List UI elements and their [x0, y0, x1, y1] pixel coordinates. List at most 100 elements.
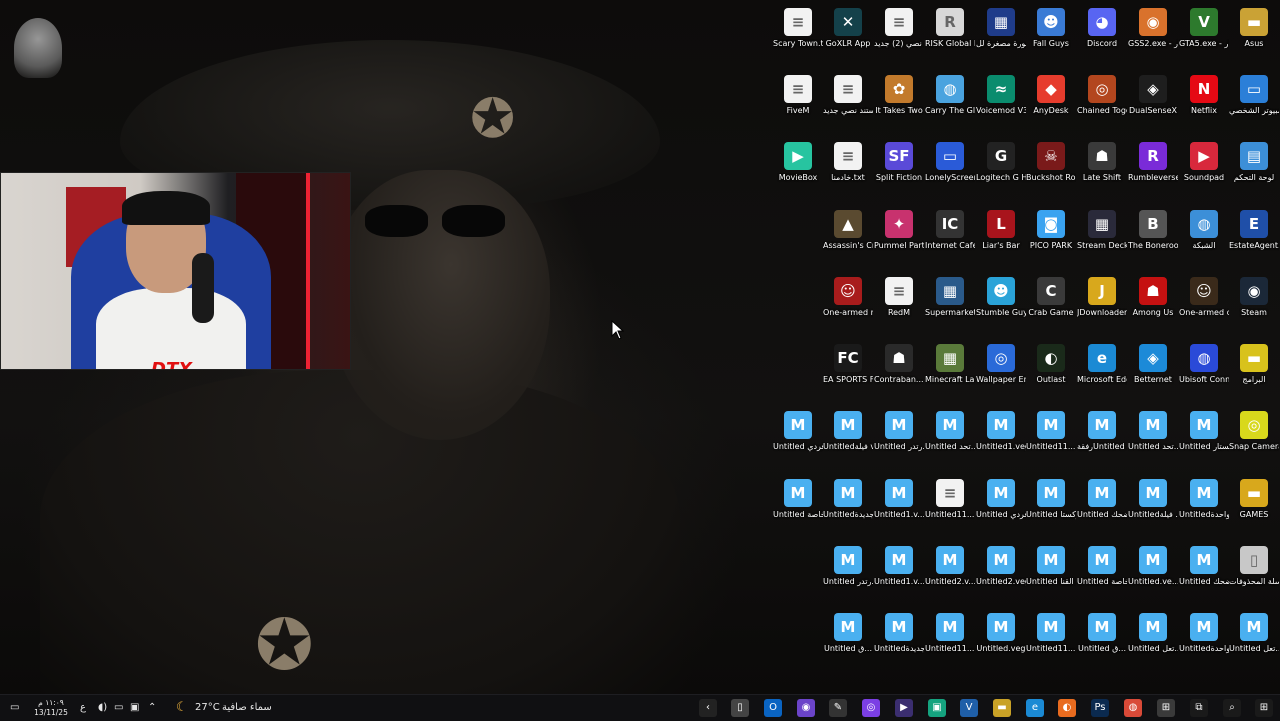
taskbar-app-media-icon[interactable]: ▶	[895, 699, 913, 717]
desktop-icon[interactable]: M Untitled تعل...	[1229, 613, 1279, 654]
desktop-icon[interactable]: M Untitled1.v...	[874, 546, 924, 587]
desktop-icon[interactable]: ✦ Pummel Party	[874, 210, 924, 251]
device-icon[interactable]: ▣	[130, 699, 139, 717]
desktop-icon[interactable]: ◈ DualSenseX	[1128, 75, 1178, 116]
desktop-icon[interactable]: ◕ Discord	[1077, 8, 1127, 49]
desktop-icon[interactable]: ◆ AnyDesk	[1026, 75, 1076, 116]
taskbar-app-chrome-icon[interactable]: ◍	[1124, 699, 1142, 717]
desktop-icon[interactable]: M Untitled تحدي الضحك...	[1077, 479, 1127, 520]
desktop-icon[interactable]: M Untitled11... واحدة.veg.b...	[925, 613, 975, 654]
taskbar-app-clipchamp-icon[interactable]: ▣	[928, 699, 946, 717]
taskbar-app-start-icon[interactable]: ⊞	[1255, 699, 1273, 717]
desktop-icon[interactable]: M Untitled قراند فردي.veg.bak	[976, 479, 1026, 520]
notification-icon[interactable]: ▭	[10, 699, 28, 717]
desktop-icon[interactable]: M Untitled قراند فردي.veg	[773, 411, 823, 452]
network-icon[interactable]: ▭	[114, 699, 123, 717]
desktop-icon[interactable]: FC EA SPORTS FC 26	[823, 344, 873, 385]
desktop-icon[interactable]: ▲ Assassin's Creed Mirage	[823, 210, 873, 251]
taskbar-app-edge-icon[interactable]: e	[1026, 699, 1044, 717]
desktop-icon[interactable]: ▦ Stream Deck	[1077, 210, 1127, 251]
desktop-icon[interactable]: M Untitled.veg	[976, 613, 1026, 654]
desktop-icon[interactable]: M Untitled2.v...	[925, 546, 975, 587]
desktop-icon[interactable]: M Untitled تحدي الضحك.veg	[1179, 546, 1229, 587]
desktop-icon[interactable]: ✿ It Takes Two	[874, 75, 924, 116]
desktop-icon[interactable]: ☠ Buckshot Roulette	[1026, 142, 1076, 183]
desktop-icon[interactable]: ▤ لوحة التحكم	[1229, 142, 1279, 183]
desktop-icon[interactable]: C Crab Game	[1026, 277, 1076, 318]
desktop-icon[interactable]: E EstateAgent... - اختصار	[1229, 210, 1279, 251]
desktop-icon[interactable]: M Untitled رتدر...	[874, 411, 924, 452]
desktop-icon[interactable]: ◉ Steam	[1229, 277, 1279, 318]
desktop-icon[interactable]: ◍ الشبكة	[1179, 210, 1229, 251]
desktop-icon[interactable]: M Untitledدقيقة واحدة.veg	[1179, 613, 1229, 654]
desktop-icon[interactable]: ◈ Betternet	[1128, 344, 1178, 385]
desktop-icon[interactable]: M Untitled ق...	[1077, 613, 1127, 654]
desktop-icon[interactable]: ☺ One-armed robber	[823, 277, 873, 318]
desktop-icon[interactable]: R RISK Global Domination	[925, 8, 975, 49]
desktop-icon[interactable]: M Untitled تعل...	[1128, 613, 1178, 654]
desktop-icon[interactable]: ◎ Snap Camera	[1229, 411, 1279, 452]
taskbar-app-folder-icon[interactable]: ▬	[993, 699, 1011, 717]
desktop-icon[interactable]: M Untitledمقا... جديدة.veg...	[823, 479, 873, 520]
desktop-icon[interactable]: M Untitled تحد...	[925, 411, 975, 452]
desktop-icon[interactable]: ▬ GAMES	[1229, 479, 1279, 520]
desktop-icon[interactable]: ▦ Supermarket Simulator.e...	[925, 277, 975, 318]
desktop-icon[interactable]: M Untitledفيلة .veg	[1128, 479, 1178, 520]
tray-overflow-chevron-icon[interactable]: ⌃	[148, 699, 156, 717]
taskbar-app-outlook-icon[interactable]: O	[764, 699, 782, 717]
desktop-icon[interactable]: ▶ Soundpad	[1179, 142, 1229, 183]
taskbar-app-photoshop-icon[interactable]: Ps	[1091, 699, 1109, 717]
desktop-icon[interactable]: M Untitledفيلة veg.bak	[823, 411, 873, 452]
desktop-icon[interactable]: ◍ Carry The Glass	[925, 75, 975, 116]
system-clock[interactable]: ١١:٠٩ م 13/11/25	[30, 698, 72, 718]
desktop-icon[interactable]: M Untitled.ve...	[1128, 546, 1178, 587]
desktop-icon[interactable]: ☻ Stumble Guys	[976, 277, 1026, 318]
desktop-icon[interactable]: ▭ هذا الكمبيوتر الشخصي	[1229, 75, 1279, 116]
desktop-icon[interactable]: e Microsoft Edge	[1077, 344, 1127, 385]
taskbar-app-file-icon[interactable]: ▯	[731, 699, 749, 717]
desktop-icon[interactable]: ▶ MovieBox	[773, 142, 823, 183]
desktop-icon[interactable]: ☻ Fall Guys	[1026, 8, 1076, 49]
desktop-icon[interactable]: M Untitled حلقة خاصة.veg.bak	[773, 479, 823, 520]
desktop-icon[interactable]: ◎ Wallpaper Engine	[976, 344, 1026, 385]
desktop-icon[interactable]: M Untitledدقيقة واحدة.veg.bak	[1179, 479, 1229, 520]
desktop-icon[interactable]: V GTA5.exe - اختصار	[1179, 8, 1229, 49]
taskbar-app-firefox-icon[interactable]: ◐	[1058, 699, 1076, 717]
desktop-icon[interactable]: M Untitled تحد...	[1128, 411, 1178, 452]
desktop-icon[interactable]: ≡ FiveM	[773, 75, 823, 116]
volume-icon[interactable]: ◖)	[98, 699, 107, 717]
desktop-icon[interactable]: M Untitled رفقة فعل القنا...	[1026, 546, 1076, 587]
desktop-icon[interactable]: M Untitled1.v...	[874, 479, 924, 520]
desktop-icon[interactable]: M Untitled رتدر...	[823, 546, 873, 587]
desktop-icon[interactable]: M Untitled11... واحدة.veg	[1026, 613, 1076, 654]
desktop-icon[interactable]: ≡ خادمنا.txt	[823, 142, 873, 183]
desktop-icon[interactable]: M Untitled11... واحدة.veg.bak	[1026, 411, 1076, 452]
desktop-icon[interactable]: ☗ Late Shift	[1077, 142, 1127, 183]
desktop-icon[interactable]: ◐ Outlast	[1026, 344, 1076, 385]
taskbar-app-vegas-icon[interactable]: V	[960, 699, 978, 717]
desktop-icon[interactable]: G Logitech G HUB	[976, 142, 1026, 183]
desktop-icon[interactable]: ✕ GoXLR App	[823, 8, 873, 49]
desktop-icon[interactable]: ▬ Asus	[1229, 8, 1279, 49]
desktop-icon[interactable]: M Untitled روكستار.veg	[1179, 411, 1229, 452]
desktop-icon[interactable]: ▯ سلة المحذوفات	[1229, 546, 1279, 587]
desktop-icon[interactable]: M Untitledمقا... جديدة.veg	[874, 613, 924, 654]
taskbar-app-obs-icon[interactable]: ◎	[862, 699, 880, 717]
desktop-icon[interactable]: L Liar's Bar	[976, 210, 1026, 251]
desktop-icon[interactable]: B The Bonerooms	[1128, 210, 1178, 251]
desktop-icon[interactable]: ≡ مستند نصي جديد.txt	[823, 75, 873, 116]
desktop-icon[interactable]: ▬ البرامج	[1229, 344, 1279, 385]
language-indicator[interactable]: ع	[80, 699, 86, 717]
taskbar-app-gamepad-icon[interactable]: ⊞	[1157, 699, 1175, 717]
taskbar-app-chevron-app-icon[interactable]: ‹	[699, 699, 717, 717]
desktop-icon[interactable]: N Netflix	[1179, 75, 1229, 116]
taskbar-app-discord-ish-icon[interactable]: ◉	[797, 699, 815, 717]
desktop-icon[interactable]: M Untitled روكستا...	[1026, 479, 1076, 520]
desktop-icon[interactable]: ☗ Contraban... - اختصار	[874, 344, 924, 385]
desktop-icon[interactable]: ≡ Untitled11... واحدة.veg.b...	[925, 479, 975, 520]
taskbar-app-task-view-icon[interactable]: ⧉	[1190, 699, 1208, 717]
desktop-icon[interactable]: ☗ Among Us	[1128, 277, 1178, 318]
desktop-icon[interactable]: M Untitled1.veg	[976, 411, 1026, 452]
desktop-icon[interactable]: R Rumbleverse	[1128, 142, 1178, 183]
desktop-icon[interactable]: M Untitled2.veg	[976, 546, 1026, 587]
